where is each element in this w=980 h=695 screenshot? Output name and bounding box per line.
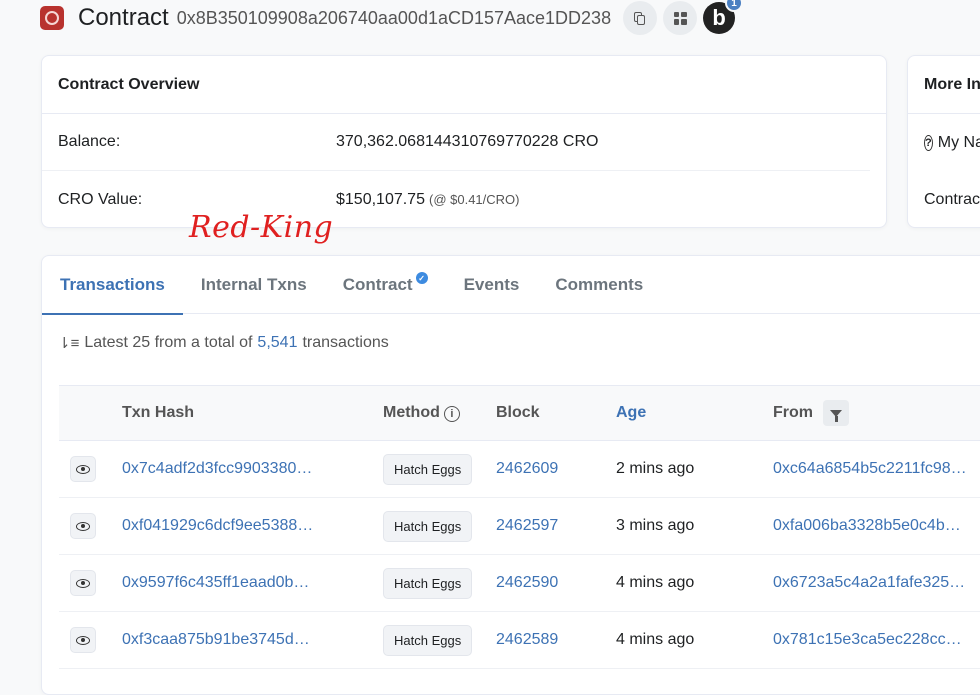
qr-code-button[interactable] <box>663 1 698 35</box>
more-info-heading: More Info <box>908 56 980 114</box>
balance-label: Balance: <box>58 133 121 150</box>
my-name-tag-label: My Name Tag: <box>937 133 980 151</box>
age-value: 4 mins ago <box>616 574 695 591</box>
from-address-link[interactable]: 0xfa006ba3328b5e0c4b… <box>773 517 980 535</box>
age-value: 4 mins ago <box>616 631 695 648</box>
qr-code-icon <box>673 11 687 25</box>
summary-prefix: Latest 25 from a total of <box>84 334 253 351</box>
table-header: Txn Hash Method i Block Age From <box>59 385 980 441</box>
my-name-tag-row: ? My Name Tag: <box>908 114 980 171</box>
contract-address[interactable]: 0x8B350109908a206740aa00d1aCD157Aace1DD2… <box>177 8 611 29</box>
contract-creator-row: Contract Creator: <box>908 171 980 227</box>
eye-icon <box>76 578 90 588</box>
from-address-link[interactable]: 0x6723a5c4a2a1fafe325… <box>773 574 980 592</box>
profile-letter: b <box>712 5 726 30</box>
contract-logo-icon <box>40 6 64 30</box>
block-link[interactable]: 2462589 <box>496 631 616 649</box>
overview-heading: Contract Overview <box>42 56 886 114</box>
filter-icon <box>830 409 842 422</box>
cro-value: $150,107.75 <box>336 190 425 208</box>
method-badge: Hatch Eggs <box>383 453 473 485</box>
view-details-button[interactable] <box>70 570 96 596</box>
view-details-button[interactable] <box>70 513 96 539</box>
balance-row: Balance: 370,362.068144310769770228 CRO <box>42 114 870 171</box>
more-info-card: More Info ? My Name Tag: Contract Creato… <box>907 55 980 228</box>
table-row: 0x9597f6c435ff1eaad0b… Hatch Eggs 246259… <box>59 555 980 612</box>
view-details-button[interactable] <box>70 627 96 653</box>
tab-comments[interactable]: Comments <box>537 256 661 314</box>
red-king-overlay: Red-King <box>189 210 334 245</box>
eye-icon <box>76 464 90 474</box>
age-value: 3 mins ago <box>616 517 695 534</box>
cro-value-row: CRO Value: $150,107.75 (@ $0.41/CRO) <box>42 171 870 228</box>
verified-check-icon: ✓ <box>415 272 428 284</box>
tab-events[interactable]: Events <box>446 256 538 314</box>
notification-badge: 1 <box>725 0 744 12</box>
method-badge: Hatch Eggs <box>383 624 473 656</box>
transaction-count-link[interactable]: 5,541 <box>257 334 297 352</box>
summary-suffix: transactions <box>302 334 389 351</box>
txn-hash-link[interactable]: 0x9597f6c435ff1eaad0b… <box>122 574 383 592</box>
block-link[interactable]: 2462609 <box>496 460 616 478</box>
table-row: 0xf041929c6dcf9ee5388… Hatch Eggs 246259… <box>59 498 980 555</box>
filter-button[interactable] <box>823 400 849 426</box>
cro-rate: (@ $0.41/CRO) <box>428 192 520 207</box>
col-method-label: Method <box>383 404 440 421</box>
col-method: Method i <box>383 404 496 422</box>
method-badge: Hatch Eggs <box>383 567 473 599</box>
col-block: Block <box>496 404 540 421</box>
tab-bar: Transactions Internal Txns Contract ✓ Ev… <box>42 256 980 315</box>
balance-value: 370,362.068144310769770228 CRO <box>336 133 599 150</box>
from-address-link[interactable]: 0xc64a6854b5c2211fc98… <box>773 460 980 478</box>
col-txn-hash: Txn Hash <box>122 404 195 421</box>
info-icon[interactable]: i <box>443 406 460 422</box>
block-link[interactable]: 2462590 <box>496 574 616 592</box>
transactions-summary: ⇂≡ Latest 25 from a total of 5,541 trans… <box>42 314 980 372</box>
transactions-card: Transactions Internal Txns Contract ✓ Ev… <box>41 255 980 695</box>
copy-icon <box>634 11 646 25</box>
col-from: From <box>773 400 980 426</box>
tab-transactions[interactable]: Transactions <box>42 256 183 315</box>
eye-icon <box>76 521 90 531</box>
table-row: 0x7c4adf2d3fcc9903380… Hatch Eggs 246260… <box>59 441 980 498</box>
age-value: 2 mins ago <box>616 460 695 477</box>
col-age-toggle[interactable]: Age <box>616 404 773 422</box>
tab-contract-label: Contract <box>342 275 413 294</box>
copy-address-button[interactable] <box>623 1 658 35</box>
transactions-table: Txn Hash Method i Block Age From 0x7c4adf… <box>59 385 980 669</box>
question-icon[interactable]: ? <box>924 134 933 151</box>
method-badge: Hatch Eggs <box>383 510 473 542</box>
table-row: 0xf3caa875b91be3745d… Hatch Eggs 2462589… <box>59 612 980 669</box>
block-link[interactable]: 2462597 <box>496 517 616 535</box>
cro-value-label: CRO Value: <box>58 190 143 208</box>
contract-header: Contract 0x8B350109908a206740aa00d1aCD15… <box>40 0 744 36</box>
col-from-label: From <box>773 404 813 422</box>
contract-creator-label: Contract Creator: <box>924 190 980 208</box>
txn-hash-link[interactable]: 0xf041929c6dcf9ee5388… <box>122 517 383 535</box>
txn-hash-link[interactable]: 0xf3caa875b91be3745d… <box>122 631 383 649</box>
view-details-button[interactable] <box>70 456 96 482</box>
sort-descending-icon: ⇂≡ <box>58 335 80 352</box>
txn-hash-link[interactable]: 0x7c4adf2d3fcc9903380… <box>122 460 383 478</box>
profile-avatar[interactable]: b 1 <box>703 0 744 34</box>
tab-internal-txns[interactable]: Internal Txns <box>183 256 325 314</box>
tab-contract[interactable]: Contract ✓ <box>325 256 446 314</box>
eye-icon <box>76 635 90 645</box>
page-title: Contract <box>78 4 169 31</box>
contract-overview-card: Contract Overview Balance: 370,362.06814… <box>41 55 887 228</box>
from-address-link[interactable]: 0x781c15e3ca5ec228cc… <box>773 631 980 649</box>
